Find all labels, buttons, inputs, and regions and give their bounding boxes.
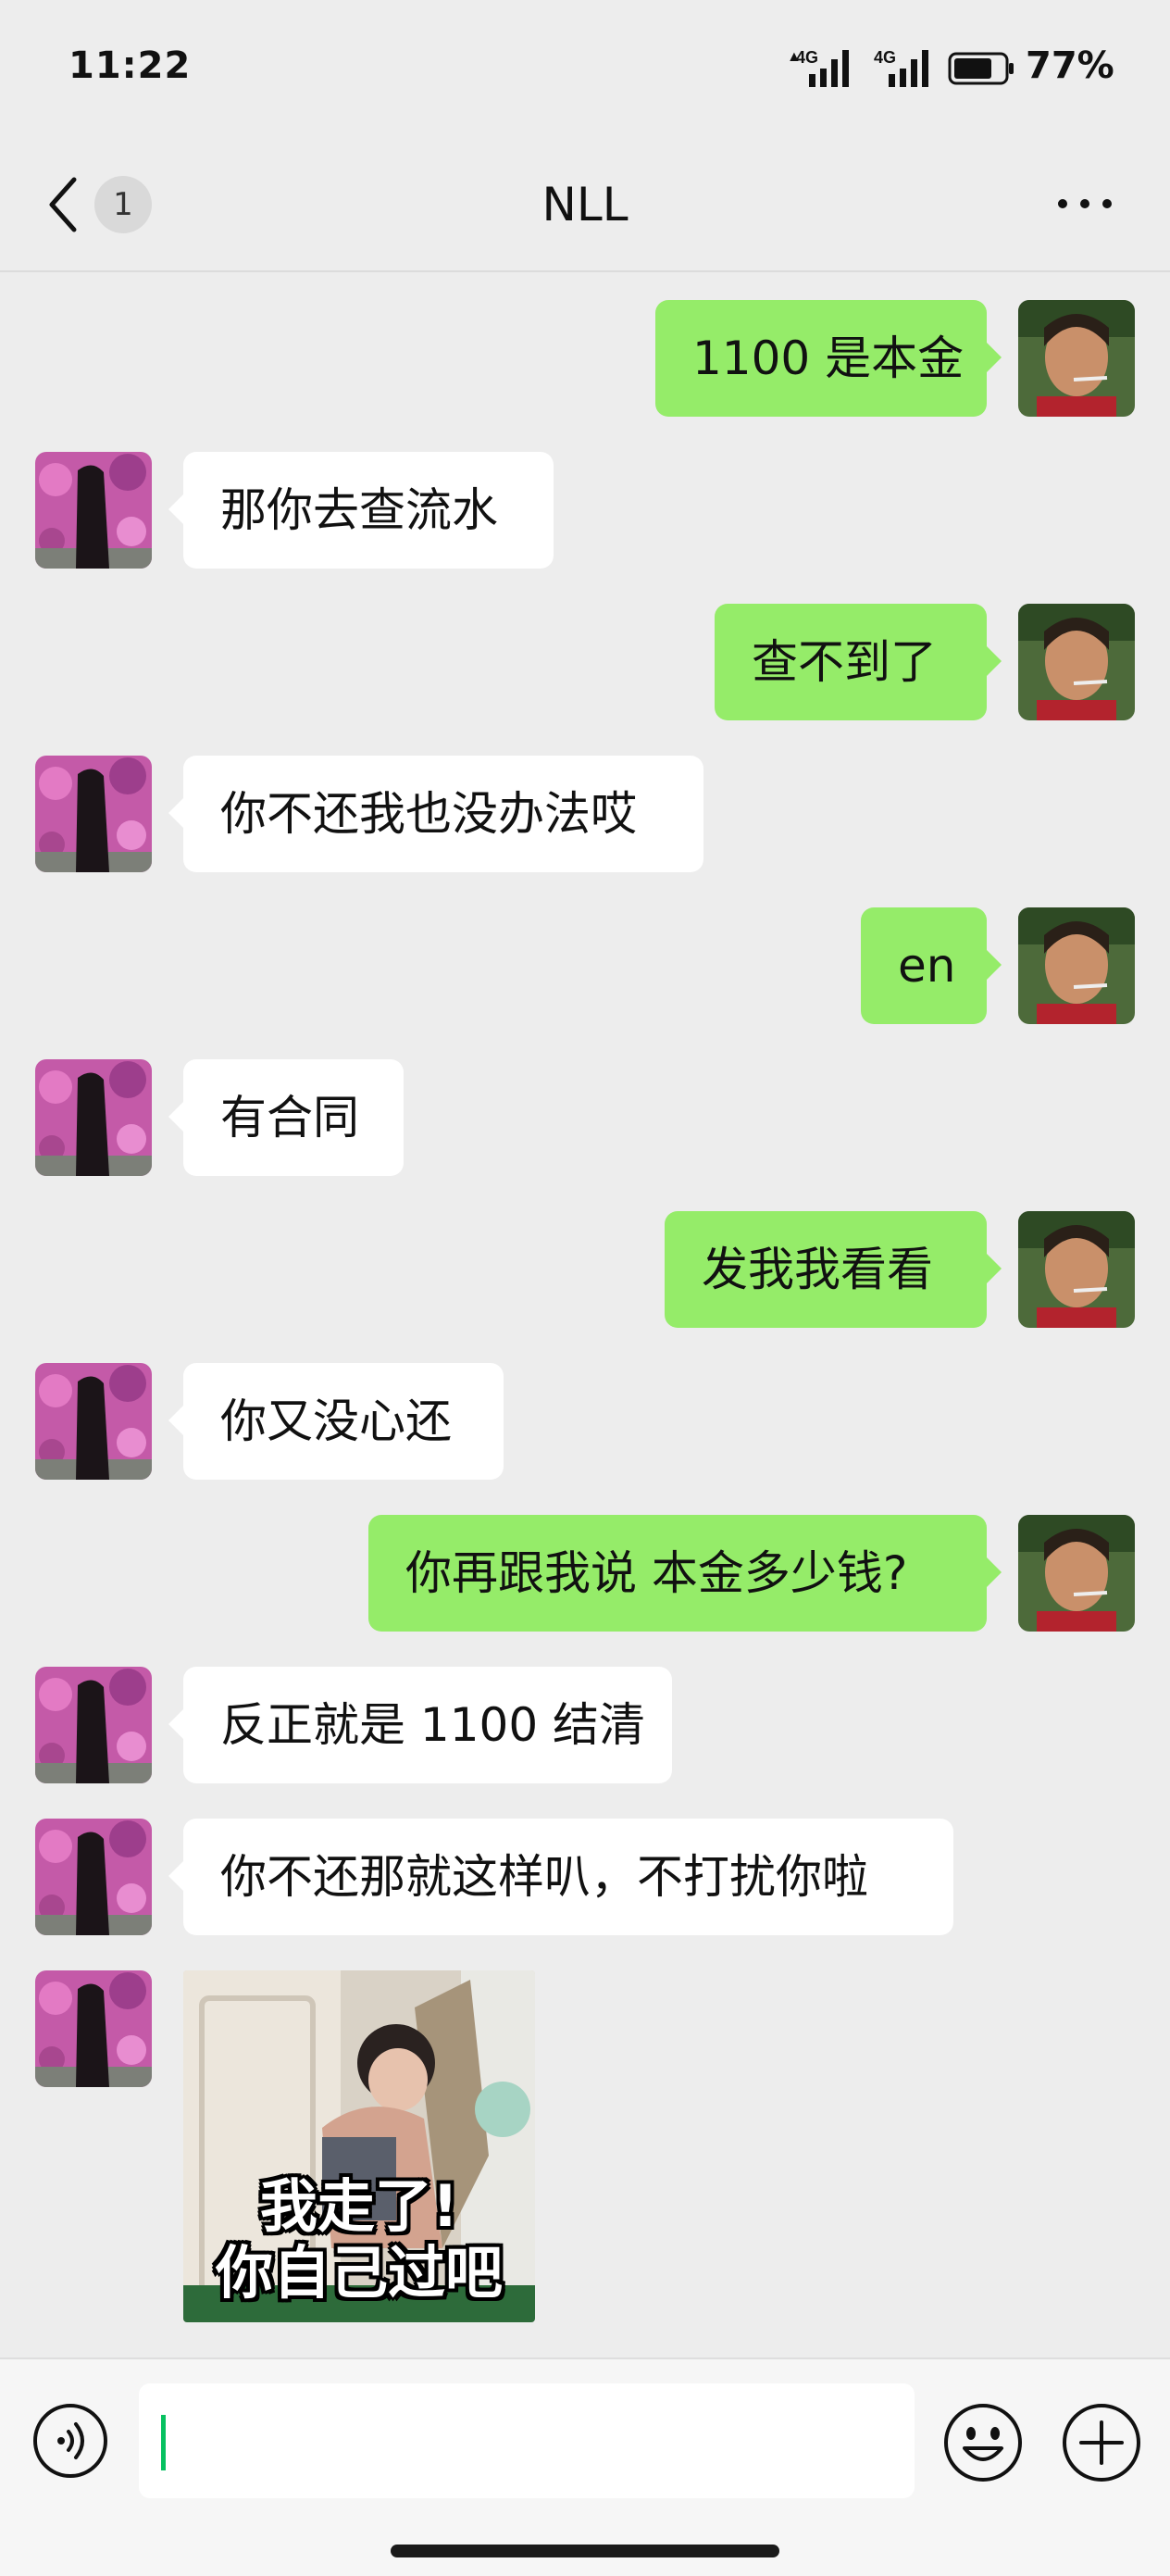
- message-bubble-sent[interactable]: 发我我看看: [665, 1211, 1002, 1328]
- battery-percent: 77%: [1026, 44, 1114, 87]
- battery-icon: [948, 52, 1014, 85]
- message-bubble-received[interactable]: 你不还那就这样叭，不打扰你啦: [168, 1819, 953, 1935]
- status-bar: 11:22 ▲ 4G 4G 77%: [0, 0, 1170, 139]
- my-avatar[interactable]: [1018, 1211, 1135, 1328]
- network-label-1: 4G: [796, 48, 818, 67]
- voice-icon[interactable]: [31, 2402, 109, 2480]
- status-time: 11:22: [68, 44, 192, 87]
- cellular-signal-icon-2: 4G: [874, 48, 928, 87]
- message-bubble-received[interactable]: 那你去查流水: [168, 452, 554, 569]
- sticker-message[interactable]: 我走了! 你自己过吧: [183, 1970, 535, 2322]
- contact-avatar[interactable]: [35, 452, 152, 569]
- network-label-2: 4G: [874, 48, 896, 67]
- more-icon[interactable]: [1053, 193, 1116, 215]
- message-bubble-received[interactable]: 你又没心还: [168, 1363, 504, 1480]
- emoji-icon[interactable]: [942, 2402, 1024, 2483]
- contact-avatar[interactable]: [35, 1970, 152, 2087]
- input-bar: [0, 2357, 1170, 2576]
- message-bubble-sent[interactable]: 1100 是本金: [655, 300, 1002, 417]
- chat-header: 1 NLL: [0, 139, 1170, 272]
- contact-avatar[interactable]: [35, 1363, 152, 1480]
- message-input[interactable]: [139, 2383, 915, 2498]
- contact-avatar[interactable]: [35, 756, 152, 872]
- my-avatar[interactable]: [1018, 300, 1135, 417]
- cellular-signal-icon: ▲ 4G: [787, 48, 849, 87]
- message-bubble-sent[interactable]: en: [861, 907, 1002, 1024]
- message-bubble-sent[interactable]: 你再跟我说 本金多少钱?: [368, 1515, 1002, 1632]
- contact-avatar[interactable]: [35, 1059, 152, 1176]
- message-bubble-received[interactable]: 反正就是 1100 结清: [168, 1667, 672, 1783]
- plus-icon[interactable]: [1061, 2402, 1142, 2483]
- home-indicator[interactable]: [391, 2545, 779, 2557]
- message-bubble-received[interactable]: 你不还我也没办法哎: [168, 756, 703, 872]
- message-bubble-sent[interactable]: 查不到了: [715, 604, 1002, 720]
- sticker-caption-1: 我走了!: [259, 2172, 459, 2240]
- contact-avatar[interactable]: [35, 1819, 152, 1935]
- my-avatar[interactable]: [1018, 907, 1135, 1024]
- message-bubble-received[interactable]: 有合同: [168, 1059, 404, 1176]
- sticker-caption-2: 你自己过吧: [215, 2239, 503, 2307]
- my-avatar[interactable]: [1018, 1515, 1135, 1632]
- chat-title: NLL: [541, 178, 629, 231]
- my-avatar[interactable]: [1018, 604, 1135, 720]
- text-cursor: [161, 2415, 166, 2470]
- contact-avatar[interactable]: [35, 1667, 152, 1783]
